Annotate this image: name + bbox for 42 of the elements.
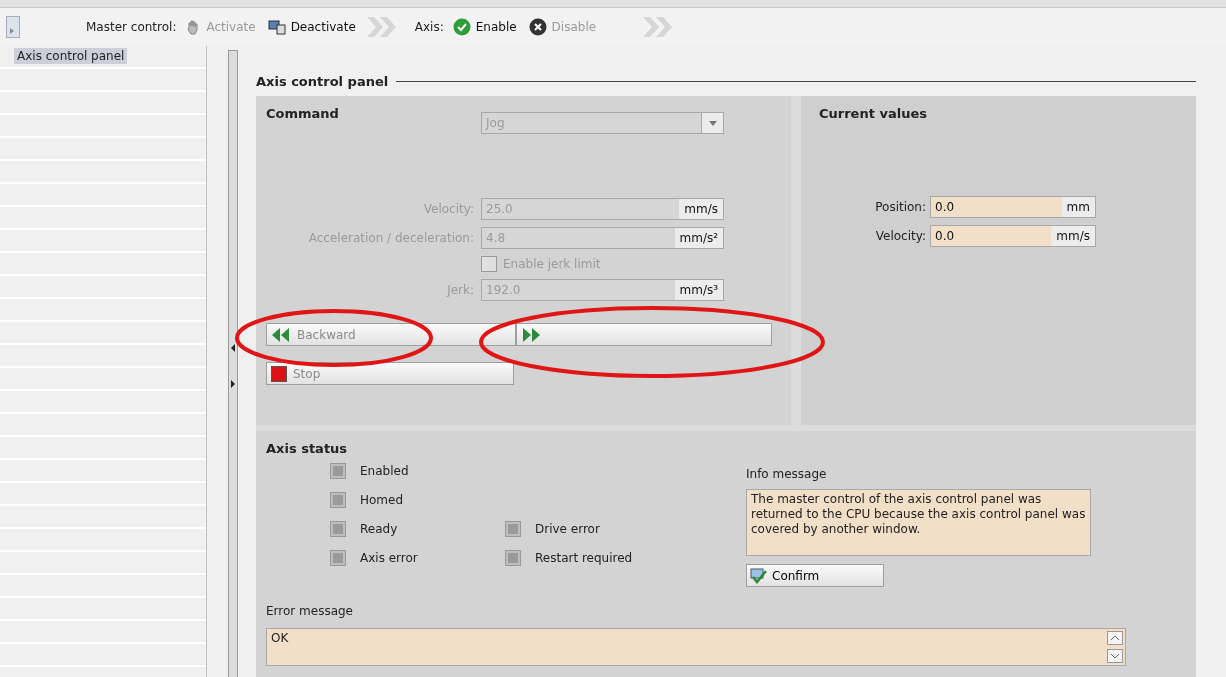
indicator-label: Ready: [360, 522, 398, 536]
section-title: Axis status: [266, 441, 349, 456]
section-title: Command: [266, 106, 340, 121]
value-field: 0.0 mm: [930, 196, 1096, 218]
checkmark-icon: [750, 567, 768, 584]
field-label: Position:: [874, 200, 926, 214]
error-message-box: OK: [266, 628, 1126, 667]
field-label: Velocity:: [422, 202, 474, 216]
toolbar-button[interactable]: Deactivate: [264, 17, 359, 37]
field-label: Acceleration / deceleration:: [307, 231, 474, 245]
double-left-arrow-icon: [271, 326, 291, 343]
panel-title: Axis control panel: [256, 73, 389, 89]
dropdown-arrow-icon: [708, 120, 717, 126]
toolbar-button[interactable]: Enable: [449, 16, 520, 38]
double-chevron-icon: [364, 15, 399, 39]
field-label: Velocity:: [874, 229, 926, 243]
toolbar-label: Axis:: [414, 20, 444, 34]
indicator-label: Restart required: [535, 551, 633, 565]
stop-square-icon: [271, 365, 287, 382]
computer-icon: [267, 19, 286, 35]
info-message-box: The master control of the axis control panel was returned to the CPU because the axis control panel was covered by another window.: [746, 489, 1091, 556]
panel-icon: [6, 16, 20, 38]
splitter-bar[interactable]: [228, 50, 238, 677]
forward-button[interactable]: [516, 323, 772, 346]
scroll-up-icon: [1107, 631, 1123, 646]
checkbox-label: Enable jerk limit: [503, 257, 601, 271]
value-field: 0.0 mm/s: [930, 225, 1096, 247]
field-label: Jerk:: [445, 283, 474, 297]
x-circle-icon: [528, 18, 547, 36]
indicator-label: Axis error: [360, 551, 418, 565]
indicator-label: Homed: [360, 493, 404, 507]
indicator-label: Drive error: [535, 522, 600, 536]
confirm-button[interactable]: Confirm: [746, 564, 884, 587]
section-title: Current values: [819, 106, 928, 121]
sidebar-item[interactable]: Axis control panel: [14, 48, 128, 64]
double-right-arrow-icon: [521, 326, 541, 343]
check-circle-icon: [452, 18, 471, 36]
toolbar-label: Master control:: [86, 20, 177, 34]
info-label: Info message: [746, 467, 828, 481]
error-label: Error message: [266, 604, 354, 619]
scroll-down-icon: [1107, 649, 1123, 664]
indicator-label: Enabled: [360, 464, 409, 478]
